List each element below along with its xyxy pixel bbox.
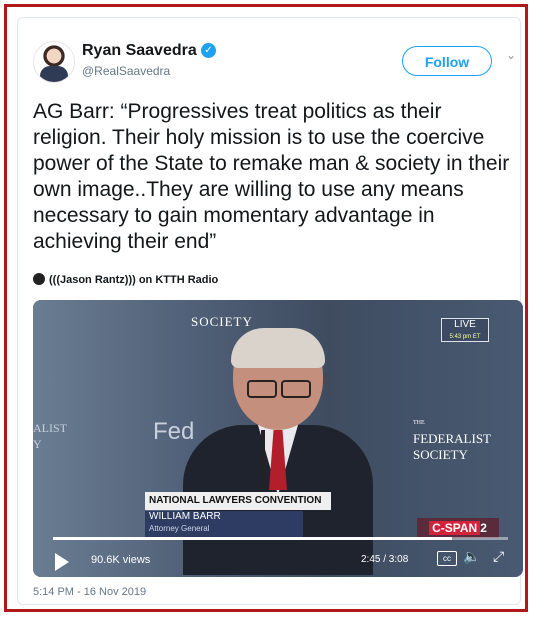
federalist-line1: FEDERALIST	[413, 431, 491, 446]
play-icon[interactable]	[55, 553, 69, 571]
cspan-number: 2	[480, 521, 487, 535]
progress-bar[interactable]	[53, 537, 508, 540]
speaker-hair	[231, 328, 325, 368]
attribution[interactable]: (((Jason Rantz))) on KTTH Radio	[33, 273, 218, 286]
chyron-name-box: WILLIAM BARR Attorney General	[145, 511, 303, 539]
live-label: LIVE	[454, 319, 476, 330]
video-player[interactable]: SOCIETY LIVE 5:43 pm ET ALIST Y Fed THE FE…	[33, 300, 523, 577]
federalist-logo-text: THE FEDERALIST SOCIETY	[413, 415, 523, 463]
progress-fill	[53, 537, 453, 540]
attribution-avatar-icon	[33, 273, 45, 285]
cspan-text: C-SPAN	[429, 521, 481, 535]
chevron-down-icon[interactable]: ⌄	[506, 48, 516, 62]
banner-left-text: ALIST Y	[33, 420, 67, 452]
tweet-text: AG Barr: “Progressives treat politics as…	[33, 100, 510, 253]
cc-icon[interactable]: cc	[437, 551, 457, 566]
tweet-timestamp[interactable]: 5:14 PM - 16 Nov 2019	[33, 586, 146, 598]
microphone	[261, 430, 265, 490]
video-time: 2:45 / 3:08	[361, 554, 409, 565]
banner-left-line1: ALIST	[33, 421, 67, 435]
verified-icon: ✓	[201, 43, 216, 58]
tweet-card: Ryan Saavedra ✓ @RealSaavedra Follow ⌄ A…	[17, 17, 523, 605]
cspan-logo: C-SPAN 2	[417, 518, 499, 538]
glasses-left	[247, 380, 277, 398]
glasses-right	[281, 380, 311, 398]
attribution-text: (((Jason Rantz))) on KTTH Radio	[49, 274, 219, 286]
author-name[interactable]: Ryan Saavedra	[82, 42, 197, 60]
chyron-role: Attorney General	[149, 524, 210, 533]
red-frame: Ryan Saavedra ✓ @RealSaavedra Follow ⌄ A…	[4, 4, 528, 612]
fullscreen-icon[interactable]: ⤢	[493, 548, 504, 565]
author-handle[interactable]: @RealSaavedra	[82, 64, 170, 78]
view-count: 90.6K views	[91, 554, 151, 566]
follow-button[interactable]: Follow	[402, 46, 492, 76]
banner-left-line2: Y	[33, 437, 42, 451]
live-time: 5:43 pm ET	[449, 334, 481, 340]
society-logo-text: SOCIETY	[191, 314, 253, 329]
volume-icon[interactable]: 🔈	[463, 548, 480, 565]
chyron-name: WILLIAM BARR	[149, 511, 221, 522]
avatar[interactable]	[33, 41, 75, 83]
chyron-title: NATIONAL LAWYERS CONVENTION	[145, 492, 331, 510]
federalist-line2: SOCIETY	[413, 447, 468, 462]
federalist-the: THE	[413, 420, 425, 426]
live-badge: LIVE 5:43 pm ET	[441, 318, 489, 342]
